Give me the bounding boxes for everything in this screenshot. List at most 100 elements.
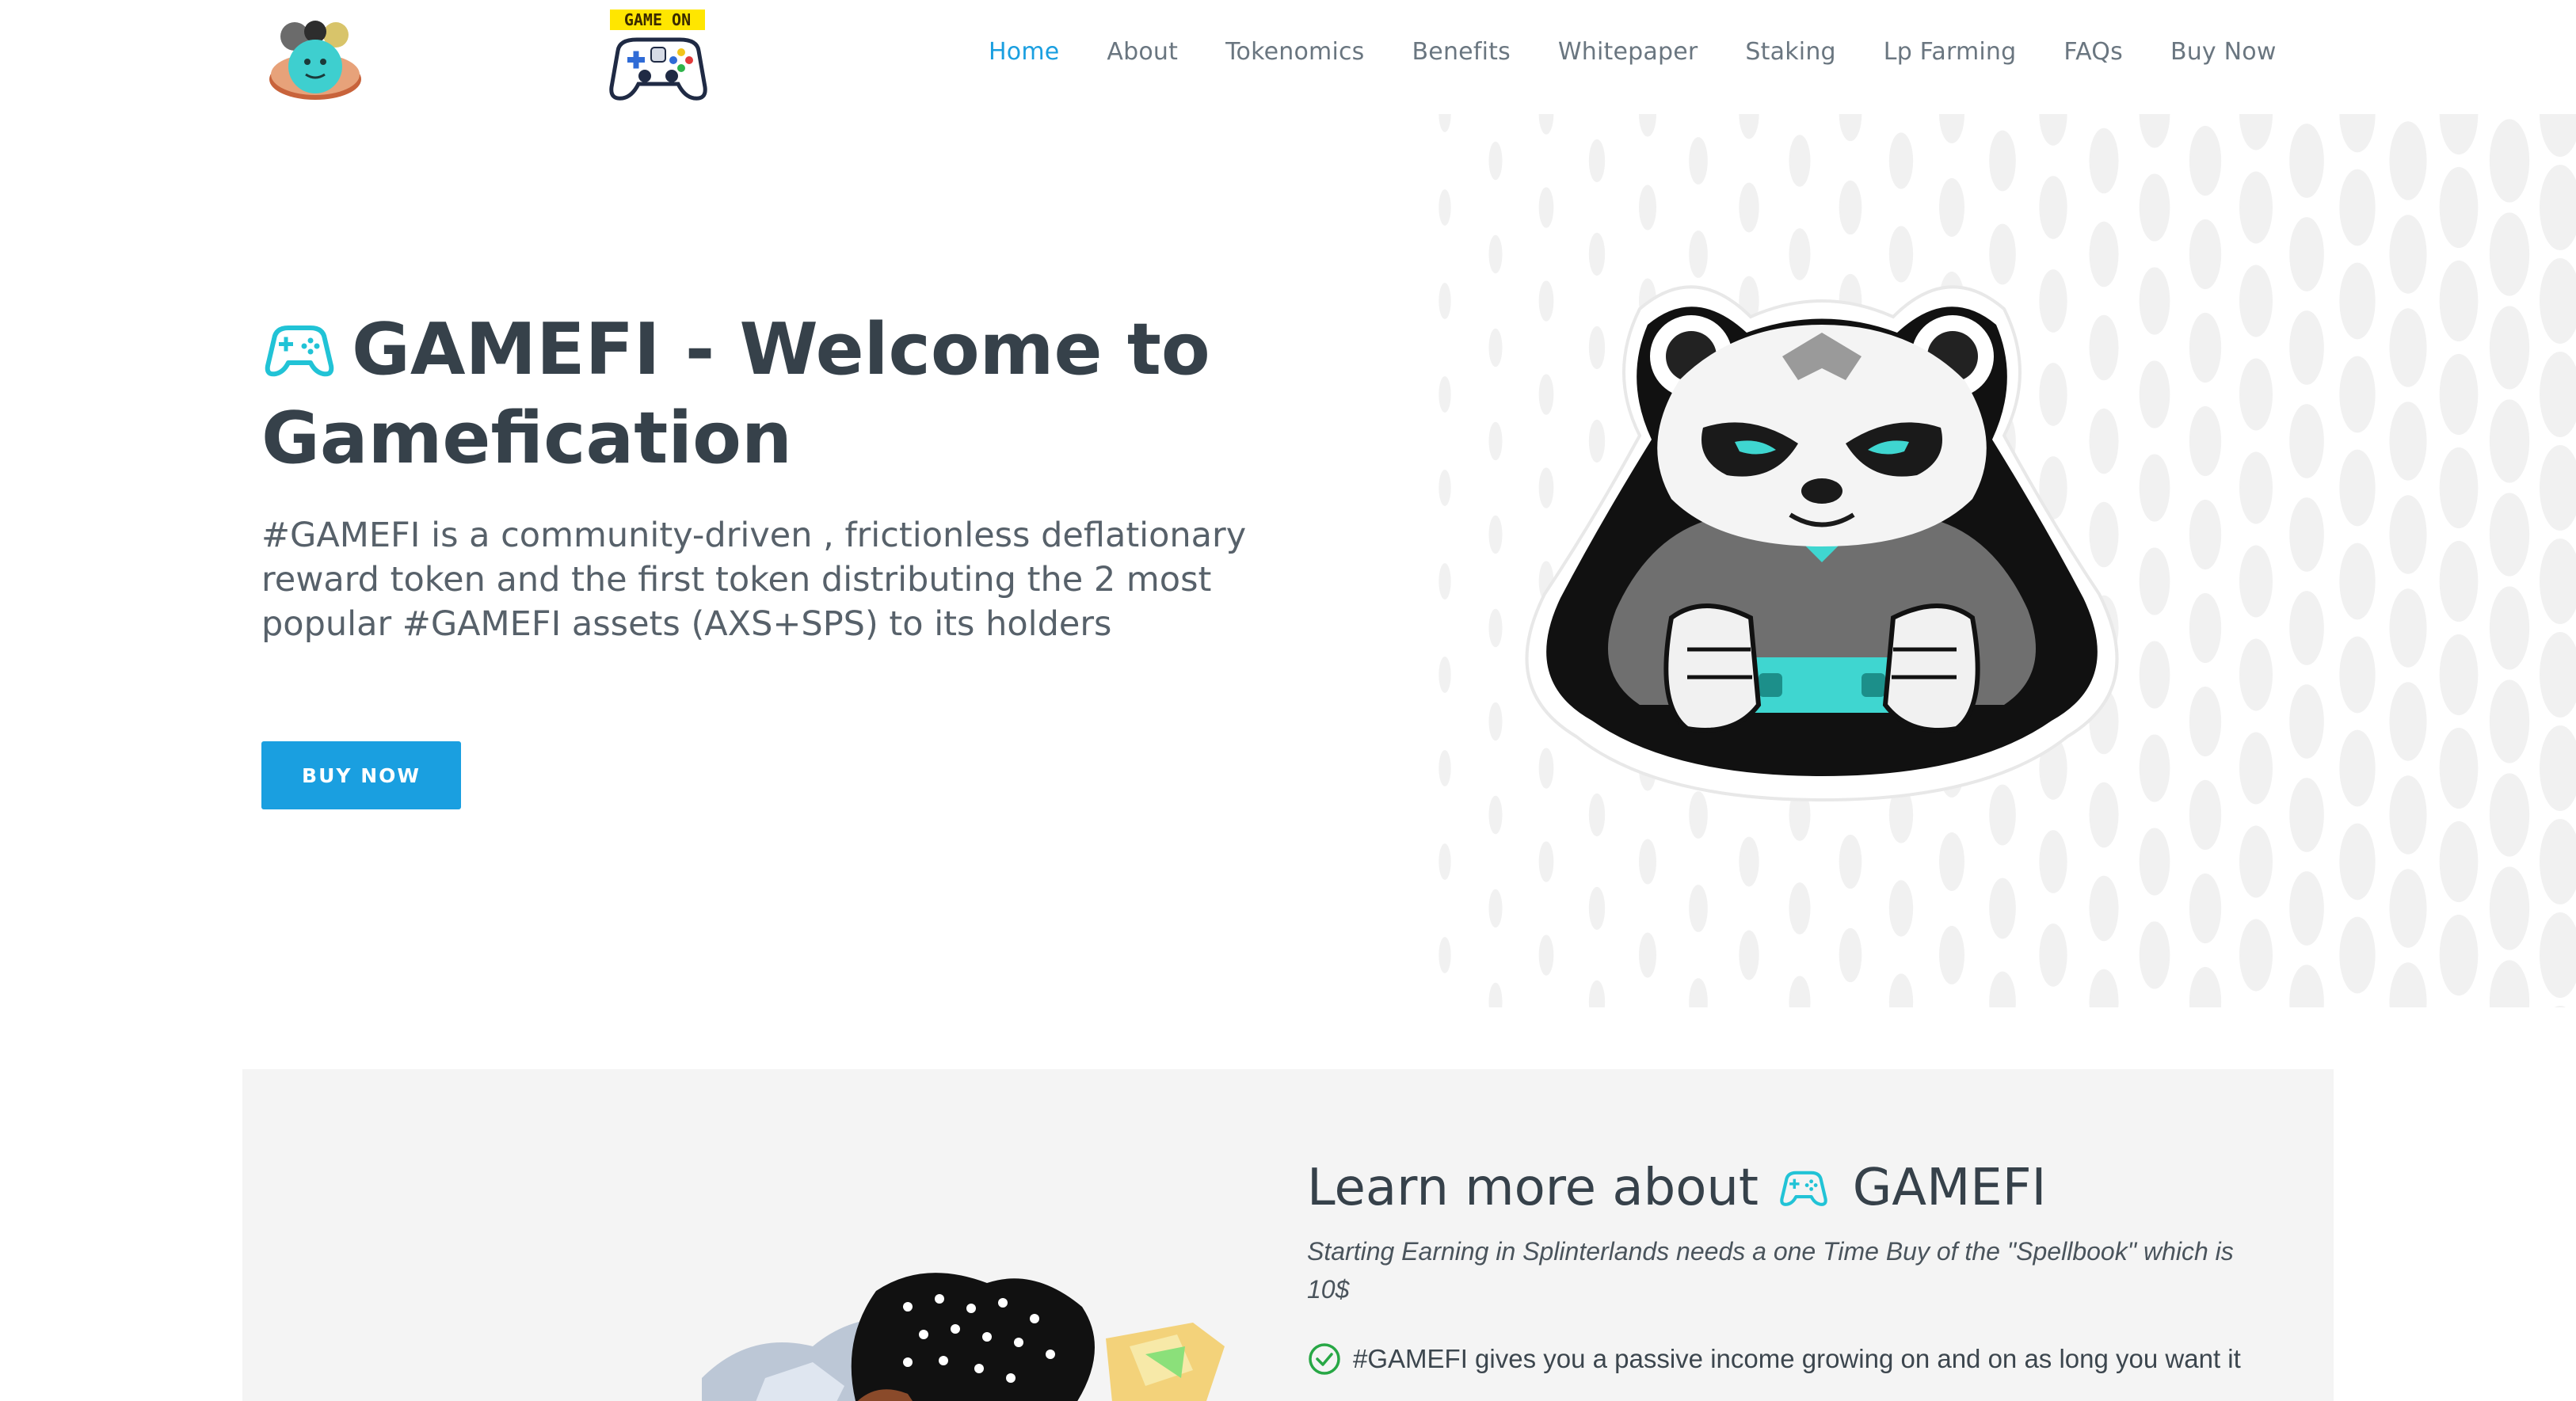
pattern-dot — [2389, 962, 2427, 1007]
pattern-dot — [1439, 470, 1451, 506]
nav-staking[interactable]: Staking — [1745, 38, 1835, 66]
pattern-dot — [2489, 773, 2530, 857]
game-on-text: GAME ON — [624, 10, 691, 29]
learn-title-suffix: GAMEFI — [1852, 1159, 2047, 1217]
nav-buy-now[interactable]: Buy Now — [2170, 38, 2277, 66]
nav-faqs[interactable]: FAQs — [2063, 38, 2123, 66]
nav-benefits[interactable]: Benefits — [1412, 38, 1511, 66]
nav-home[interactable]: Home — [989, 38, 1059, 66]
pattern-dot — [2389, 869, 2427, 948]
pattern-dot — [2389, 402, 2427, 481]
pattern-dot — [2339, 262, 2376, 340]
pattern-dot — [2540, 539, 2576, 624]
pattern-dot — [1439, 937, 1451, 973]
nav-whitepaper[interactable]: Whitepaper — [1558, 38, 1698, 66]
nav-lp-farming[interactable]: Lp Farming — [1884, 38, 2017, 66]
pattern-dot — [2389, 495, 2427, 574]
pattern-dot — [2489, 306, 2530, 390]
pattern-dot — [2239, 825, 2273, 898]
pattern-dot — [2139, 173, 2170, 242]
pattern-dot — [1588, 886, 1606, 931]
pattern-dot — [2289, 591, 2324, 665]
buy-now-button[interactable]: BUY NOW — [261, 741, 461, 809]
pattern-dot — [2339, 543, 2376, 620]
pattern-dot — [2489, 866, 2530, 950]
gems-crystals-art — [702, 1273, 1225, 1401]
pattern-dot — [1488, 889, 1503, 928]
pattern-dot — [1538, 114, 1554, 135]
pattern-dot — [1789, 976, 1811, 1007]
pattern-dot — [2189, 592, 2222, 664]
pattern-dot — [2189, 405, 2222, 477]
pattern-dot — [1639, 932, 1656, 978]
pattern-dot — [1888, 973, 1914, 1007]
pattern-dot — [2189, 312, 2222, 383]
pattern-dot — [2139, 114, 2170, 148]
pattern-dot — [2339, 356, 2376, 433]
learn-more-section: Learn more about GAMEFI Starting Earning… — [242, 1069, 2334, 1401]
pattern-dot — [2339, 729, 2376, 807]
gamepad-icon — [1780, 1171, 1828, 1206]
pattern-dot — [2489, 586, 2530, 670]
pattern-dot — [2239, 265, 2273, 337]
pattern-dot — [2540, 725, 2576, 811]
pattern-dot — [2239, 732, 2273, 805]
pattern-dot — [1439, 376, 1451, 413]
pattern-dot — [2189, 499, 2222, 570]
pattern-dot — [1689, 978, 1708, 1007]
pattern-dot — [2039, 114, 2067, 146]
pattern-dot — [1538, 841, 1554, 882]
pattern-dot — [2540, 912, 2576, 998]
pattern-dot — [2540, 258, 2576, 344]
pattern-dot — [2439, 820, 2479, 903]
pattern-dot — [2439, 114, 2479, 155]
pattern-dot — [2339, 823, 2376, 900]
pattern-dot — [1439, 114, 1451, 132]
pattern-dot — [2339, 636, 2376, 714]
pattern-dot — [2189, 125, 2222, 196]
pattern-dot — [2439, 914, 2479, 996]
pattern-dot — [1839, 180, 1862, 235]
pattern-dot — [1839, 114, 1862, 142]
pattern-dot — [2239, 451, 2273, 524]
pattern-dot — [2540, 114, 2576, 157]
pattern-dot — [2489, 680, 2530, 763]
pattern-dot — [1939, 926, 1964, 984]
pattern-dot — [2389, 588, 2427, 668]
pattern-dot — [2239, 358, 2273, 431]
pattern-dot — [2339, 114, 2376, 153]
pattern-dot — [1789, 882, 1811, 935]
pattern-dot — [2289, 124, 2324, 198]
pattern-dot — [2389, 775, 2427, 855]
pattern-dot — [2039, 923, 2067, 987]
pattern-dot — [2289, 965, 2324, 1007]
hero-description: #GAMEFI is a community-driven , friction… — [261, 516, 1247, 644]
pattern-dot — [2189, 219, 2222, 290]
pattern-dot — [2189, 686, 2222, 757]
pattern-dot — [2189, 779, 2222, 851]
pattern-dot — [2439, 634, 2479, 716]
nav-tokenomics[interactable]: Tokenomics — [1225, 38, 1364, 66]
pattern-dot — [1538, 187, 1554, 228]
pattern-dot — [1538, 935, 1554, 976]
nav-about[interactable]: About — [1107, 38, 1178, 66]
pattern-dot — [1939, 114, 1964, 143]
pattern-dot — [2489, 119, 2530, 203]
benefit-item-text: #GAMEFI gives you a passive income growi… — [1353, 1344, 2241, 1373]
pattern-dot — [1439, 843, 1451, 880]
pattern-dot — [2439, 166, 2479, 249]
panda-gamer-mascot — [1525, 285, 2119, 802]
pattern-dot — [2339, 449, 2376, 527]
game-on-controller-logo[interactable]: GAME ON — [599, 5, 718, 106]
pattern-dot — [2289, 310, 2324, 385]
pattern-dot — [2289, 404, 2324, 478]
coin-pile-logo[interactable] — [266, 16, 368, 103]
pattern-dot — [2439, 540, 2479, 622]
check-circle-icon — [1309, 1343, 1340, 1375]
pattern-dot — [2540, 165, 2576, 250]
pattern-dot — [2554, 1006, 2566, 1007]
pattern-dot — [2489, 399, 2530, 483]
pattern-dot — [2489, 493, 2530, 577]
pattern-dot — [1639, 114, 1656, 137]
pattern-dot — [1939, 178, 1964, 237]
